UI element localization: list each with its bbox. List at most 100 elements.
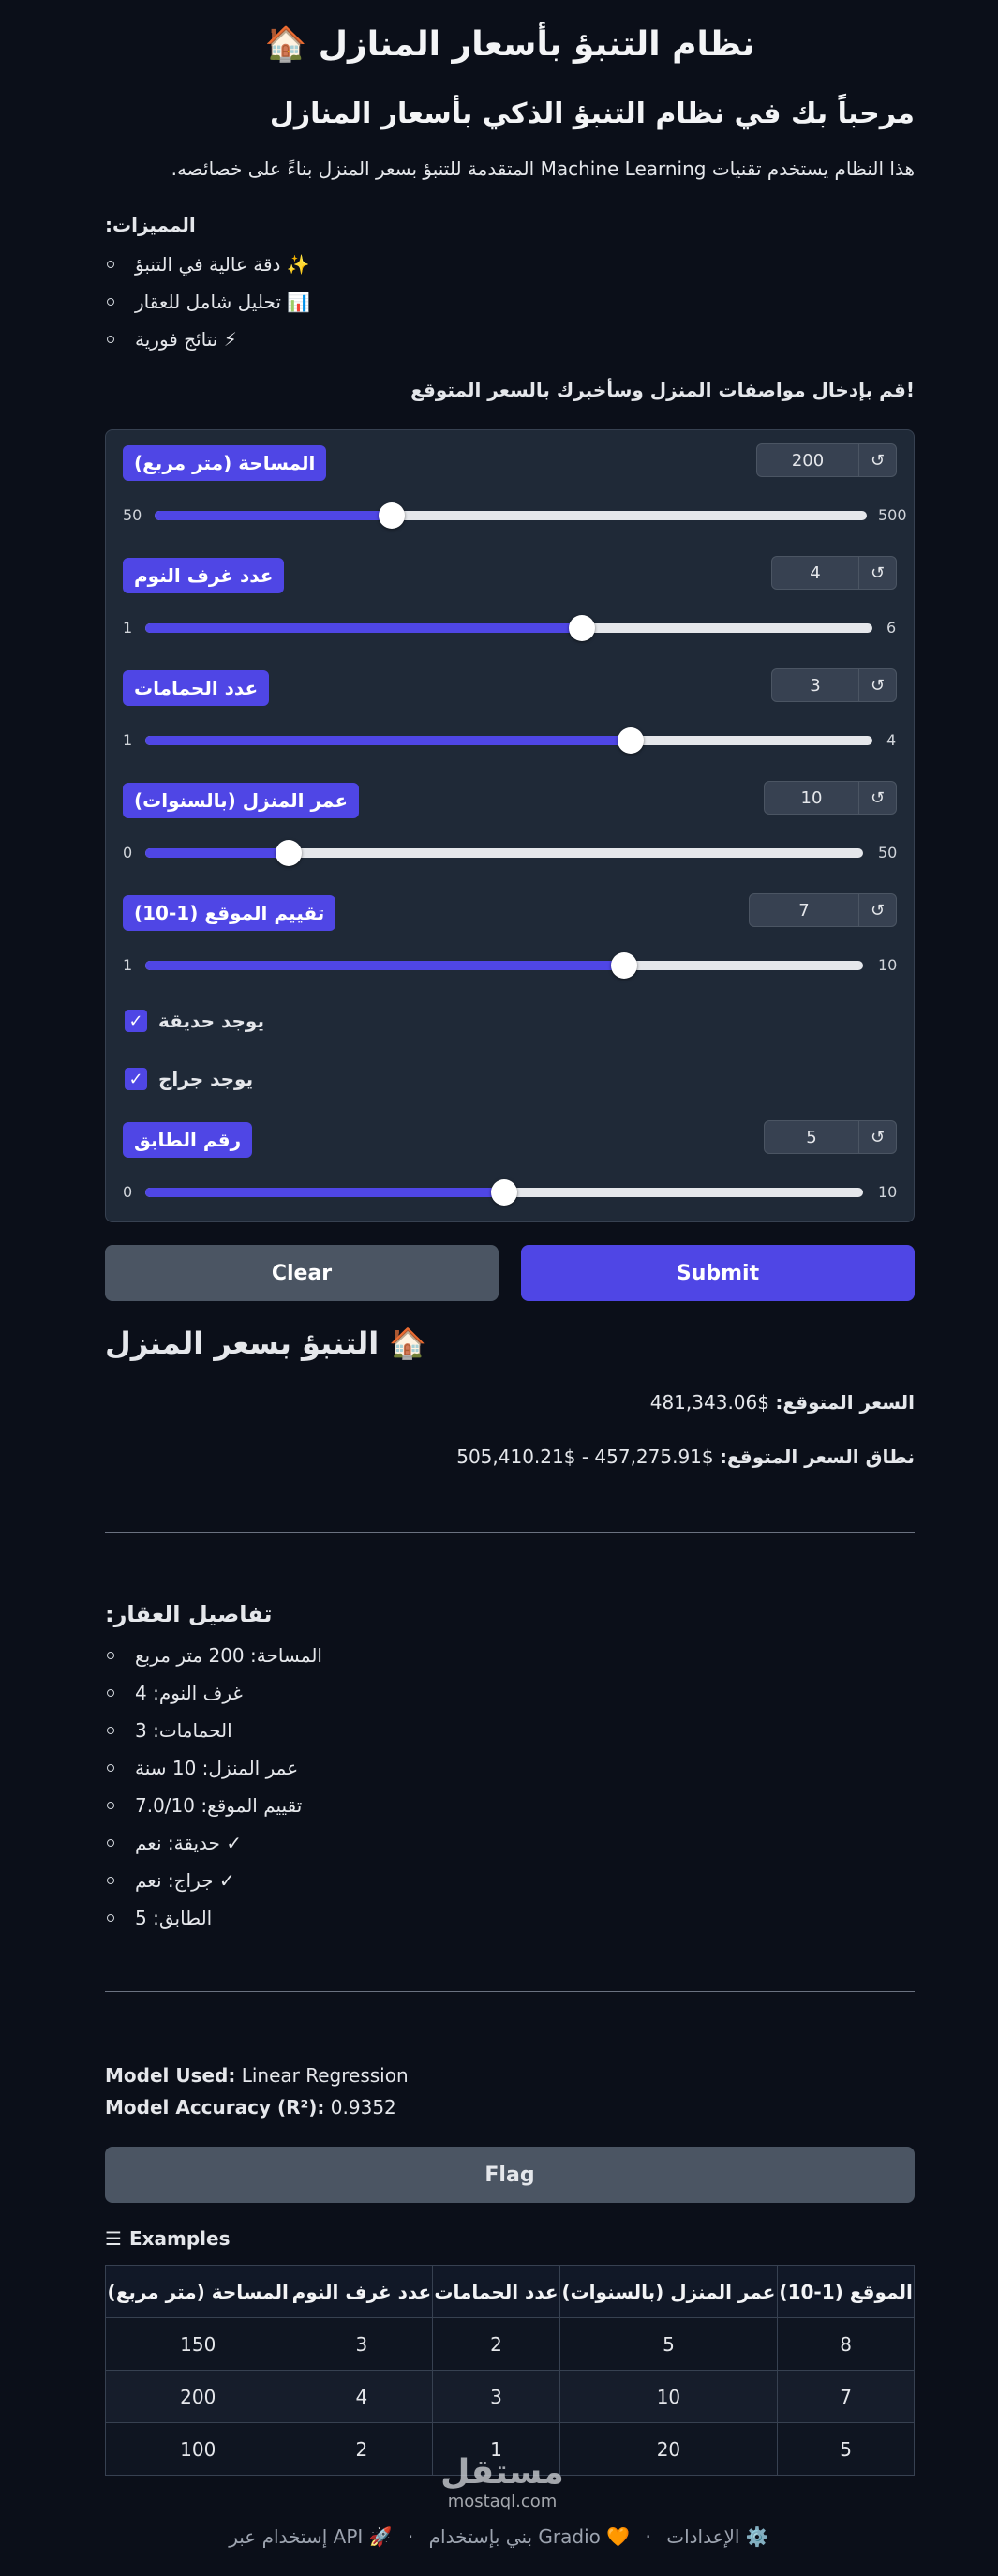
bullet-icon: [107, 1914, 114, 1922]
table-header: عدد الحمامات: [432, 2265, 560, 2318]
slider-min: 1: [123, 956, 133, 974]
slider-max: 500: [878, 506, 907, 524]
model-used: Model Used: Linear Regression: [105, 2064, 409, 2087]
watermark-logo: مستقل mostaql.com: [440, 2453, 564, 2512]
table-cell[interactable]: 2: [290, 2422, 434, 2476]
reset-icon[interactable]: ↺: [858, 444, 896, 476]
bullet-icon: [107, 298, 114, 306]
table-cell[interactable]: 5: [777, 2422, 915, 2476]
slider-min: 1: [123, 731, 133, 749]
bullet-icon: [107, 336, 114, 343]
table-header-row: المساحة (متر مربع) عدد غرف النوم عدد الح…: [104, 2265, 915, 2318]
location-rating-slider[interactable]: [145, 952, 863, 979]
slider-thumb[interactable]: [569, 615, 595, 641]
reset-icon[interactable]: ↺: [858, 1121, 896, 1153]
model-accuracy: Model Accuracy (R²): 0.9352: [105, 2096, 396, 2119]
input-panel: المساحة (متر مربع) 200 ↺ 50 500 عدد غرف ا…: [105, 429, 915, 1222]
reset-icon[interactable]: ↺: [858, 557, 896, 589]
examples-table: المساحة (متر مربع) عدد غرف النوم عدد الح…: [104, 2265, 915, 2476]
slider-min: 1: [123, 619, 133, 637]
clear-button[interactable]: Clear: [105, 1245, 499, 1301]
slider-max: 6: [886, 619, 897, 637]
slider-max: 4: [886, 731, 897, 749]
slider-thumb[interactable]: [618, 727, 644, 754]
flag-button[interactable]: Flag: [105, 2147, 915, 2203]
garage-checkbox[interactable]: ✓ يوجد جراج: [125, 1068, 253, 1090]
table-cell[interactable]: 200: [104, 2370, 291, 2423]
slider-min: 0: [123, 1183, 133, 1201]
table-cell[interactable]: 7: [777, 2370, 915, 2423]
detail-item: المساحة: 200 متر مربع: [105, 1644, 322, 1667]
location-rating-label: تقييم الموقع (1-10): [123, 895, 336, 931]
check-icon[interactable]: ✓: [125, 1068, 147, 1090]
list-icon: ☰: [105, 2227, 122, 2250]
detail-item: عمر المنزل: 10 سنة: [105, 1757, 298, 1779]
house-age-number-input[interactable]: 10 ↺: [764, 781, 897, 815]
floor-label: رقم الطابق: [123, 1122, 253, 1158]
bullet-icon: [107, 1802, 114, 1809]
reset-icon[interactable]: ↺: [858, 782, 896, 814]
price-line: السعر المتوقع: $481,343.06: [649, 1391, 915, 1414]
footer: إستخدام عبر API 🚀 · بني بإستخدام Gradio …: [229, 2525, 769, 2548]
bullet-icon: [107, 1877, 114, 1884]
bedrooms-slider[interactable]: [145, 615, 872, 641]
floor-number-input[interactable]: 5 ↺: [764, 1120, 897, 1154]
feature-item: دقة عالية في التنبؤ ✨: [105, 253, 310, 276]
bedrooms-number-input[interactable]: 4 ↺: [771, 556, 897, 590]
table-header: المساحة (متر مربع): [104, 2265, 291, 2318]
reset-icon[interactable]: ↺: [858, 894, 896, 926]
table-cell[interactable]: 3: [432, 2370, 560, 2423]
area-slider[interactable]: [155, 502, 867, 529]
table-cell[interactable]: 100: [104, 2422, 291, 2476]
welcome-heading: مرحباً بك في نظام التنبؤ الذكي بأسعار ال…: [269, 97, 915, 130]
table-cell[interactable]: 10: [559, 2370, 779, 2423]
slider-max: 10: [878, 1183, 898, 1201]
bathrooms-number-input[interactable]: 3 ↺: [771, 668, 897, 702]
table-row[interactable]: 200 4 3 10 7: [104, 2370, 915, 2423]
location-rating-number-input[interactable]: 7 ↺: [749, 893, 897, 927]
floor-slider[interactable]: [145, 1179, 863, 1206]
examples-title: ☰ Examples: [105, 2227, 231, 2250]
slider-thumb[interactable]: [276, 840, 302, 866]
table-cell[interactable]: 2: [432, 2317, 560, 2371]
reset-icon[interactable]: ↺: [858, 669, 896, 701]
detail-item: الطابق: 5: [105, 1907, 212, 1929]
description-text: هذا النظام يستخدم تقنيات Machine Learnin…: [171, 157, 915, 180]
feature-item: نتائج فورية ⚡: [105, 328, 237, 351]
slider-min: 0: [123, 844, 133, 861]
submit-button[interactable]: Submit: [521, 1245, 915, 1301]
house-age-slider[interactable]: [145, 840, 863, 866]
garden-checkbox[interactable]: ✓ يوجد حديقة: [125, 1010, 264, 1032]
table-row[interactable]: 150 3 2 5 8: [104, 2317, 915, 2371]
result-title: التنبؤ بسعر المنزل 🏠: [105, 1325, 427, 1361]
footer-gradio-link[interactable]: بني بإستخدام Gradio 🧡: [429, 2525, 631, 2548]
bullet-icon: [107, 261, 114, 268]
table-cell[interactable]: 3: [290, 2317, 434, 2371]
table-cell[interactable]: 20: [559, 2422, 779, 2476]
table-cell[interactable]: 8: [777, 2317, 915, 2371]
detail-item: تقييم الموقع: 7.0/10: [105, 1794, 302, 1817]
range-line: نطاق السعر المتوقع: $457,275.91 - $505,4…: [456, 1445, 915, 1468]
table-cell[interactable]: 4: [290, 2370, 434, 2423]
features-title: :المميزات: [105, 214, 196, 236]
footer-settings-link[interactable]: الإعدادات ⚙️: [666, 2525, 769, 2548]
footer-api-link[interactable]: إستخدام عبر API 🚀: [229, 2525, 392, 2548]
slider-thumb[interactable]: [491, 1179, 517, 1206]
divider: [105, 1991, 915, 1992]
bathrooms-slider[interactable]: [145, 727, 872, 754]
area-label: المساحة (متر مربع): [123, 445, 327, 481]
slider-max: 10: [878, 956, 898, 974]
area-number-input[interactable]: 200 ↺: [756, 443, 897, 477]
detail-item: الحمامات: 3: [105, 1719, 232, 1742]
table-cell[interactable]: 150: [104, 2317, 291, 2371]
slider-min: 50: [123, 506, 142, 524]
page-title: نظام التنبؤ بأسعار المنازل 🏠: [264, 25, 755, 64]
bullet-icon: [107, 1764, 114, 1772]
bullet-icon: [107, 1652, 114, 1659]
slider-max: 50: [878, 844, 898, 861]
table-cell[interactable]: 5: [559, 2317, 779, 2371]
slider-thumb[interactable]: [611, 952, 637, 979]
divider: [105, 1532, 915, 1533]
check-icon[interactable]: ✓: [125, 1010, 147, 1032]
slider-thumb[interactable]: [379, 502, 405, 529]
